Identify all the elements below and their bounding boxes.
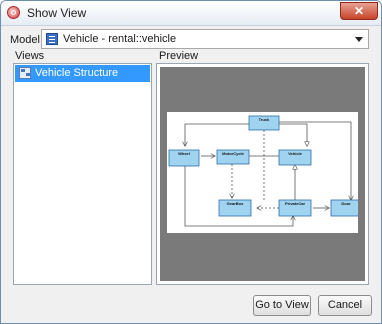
edge-truck-vehicle [279, 123, 307, 146]
preview-background: Truck Wheel MotorCycle Vehicle GearBox P… [160, 67, 365, 281]
close-button[interactable]: ✕ [340, 2, 378, 20]
window-title: Show View [27, 6, 87, 20]
model-select-value: Vehicle - rental::vehicle [63, 33, 177, 45]
class-motorcycle-label: MotorCycle [222, 151, 245, 156]
edge-truck-wheel [185, 123, 249, 146]
list-item-label: Vehicle Structure [35, 67, 119, 79]
class-diagram: Truck Wheel MotorCycle Vehicle GearBox P… [168, 115, 358, 227]
close-icon: ✕ [353, 4, 365, 18]
preview-header: Preview [159, 50, 199, 62]
views-header: Views [15, 50, 45, 62]
class-privatecar-label: PrivateCar [285, 201, 305, 206]
diagram-preview: Truck Wheel MotorCycle Vehicle GearBox P… [167, 112, 358, 233]
chevron-down-icon[interactable] [355, 37, 363, 42]
preview-panel: Truck Wheel MotorCycle Vehicle GearBox P… [156, 63, 369, 285]
model-icon [46, 33, 58, 45]
cancel-button[interactable]: Cancel [318, 295, 372, 316]
app-logo-icon [7, 6, 20, 19]
class-door-label: Door [341, 201, 351, 206]
class-truck-label: Truck [259, 117, 270, 122]
show-view-dialog: Show View ✕ Model: Vehicle - rental::veh… [0, 0, 382, 324]
class-vehicle-label: Vehicle [288, 151, 303, 156]
go-to-view-button[interactable]: Go to View [253, 295, 311, 316]
list-item-vehicle-structure[interactable]: Vehicle Structure [15, 65, 150, 82]
model-select[interactable]: Vehicle - rental::vehicle [41, 29, 369, 49]
class-diagram-icon [19, 67, 31, 79]
views-list[interactable]: Vehicle Structure [13, 63, 152, 285]
model-label: Model: [10, 34, 44, 46]
edge-wheel-privatecar [184, 166, 293, 227]
class-gearbox-label: GearBox [227, 201, 244, 206]
title-bar[interactable]: Show View ✕ [1, 1, 381, 26]
class-wheel-label: Wheel [178, 151, 190, 156]
